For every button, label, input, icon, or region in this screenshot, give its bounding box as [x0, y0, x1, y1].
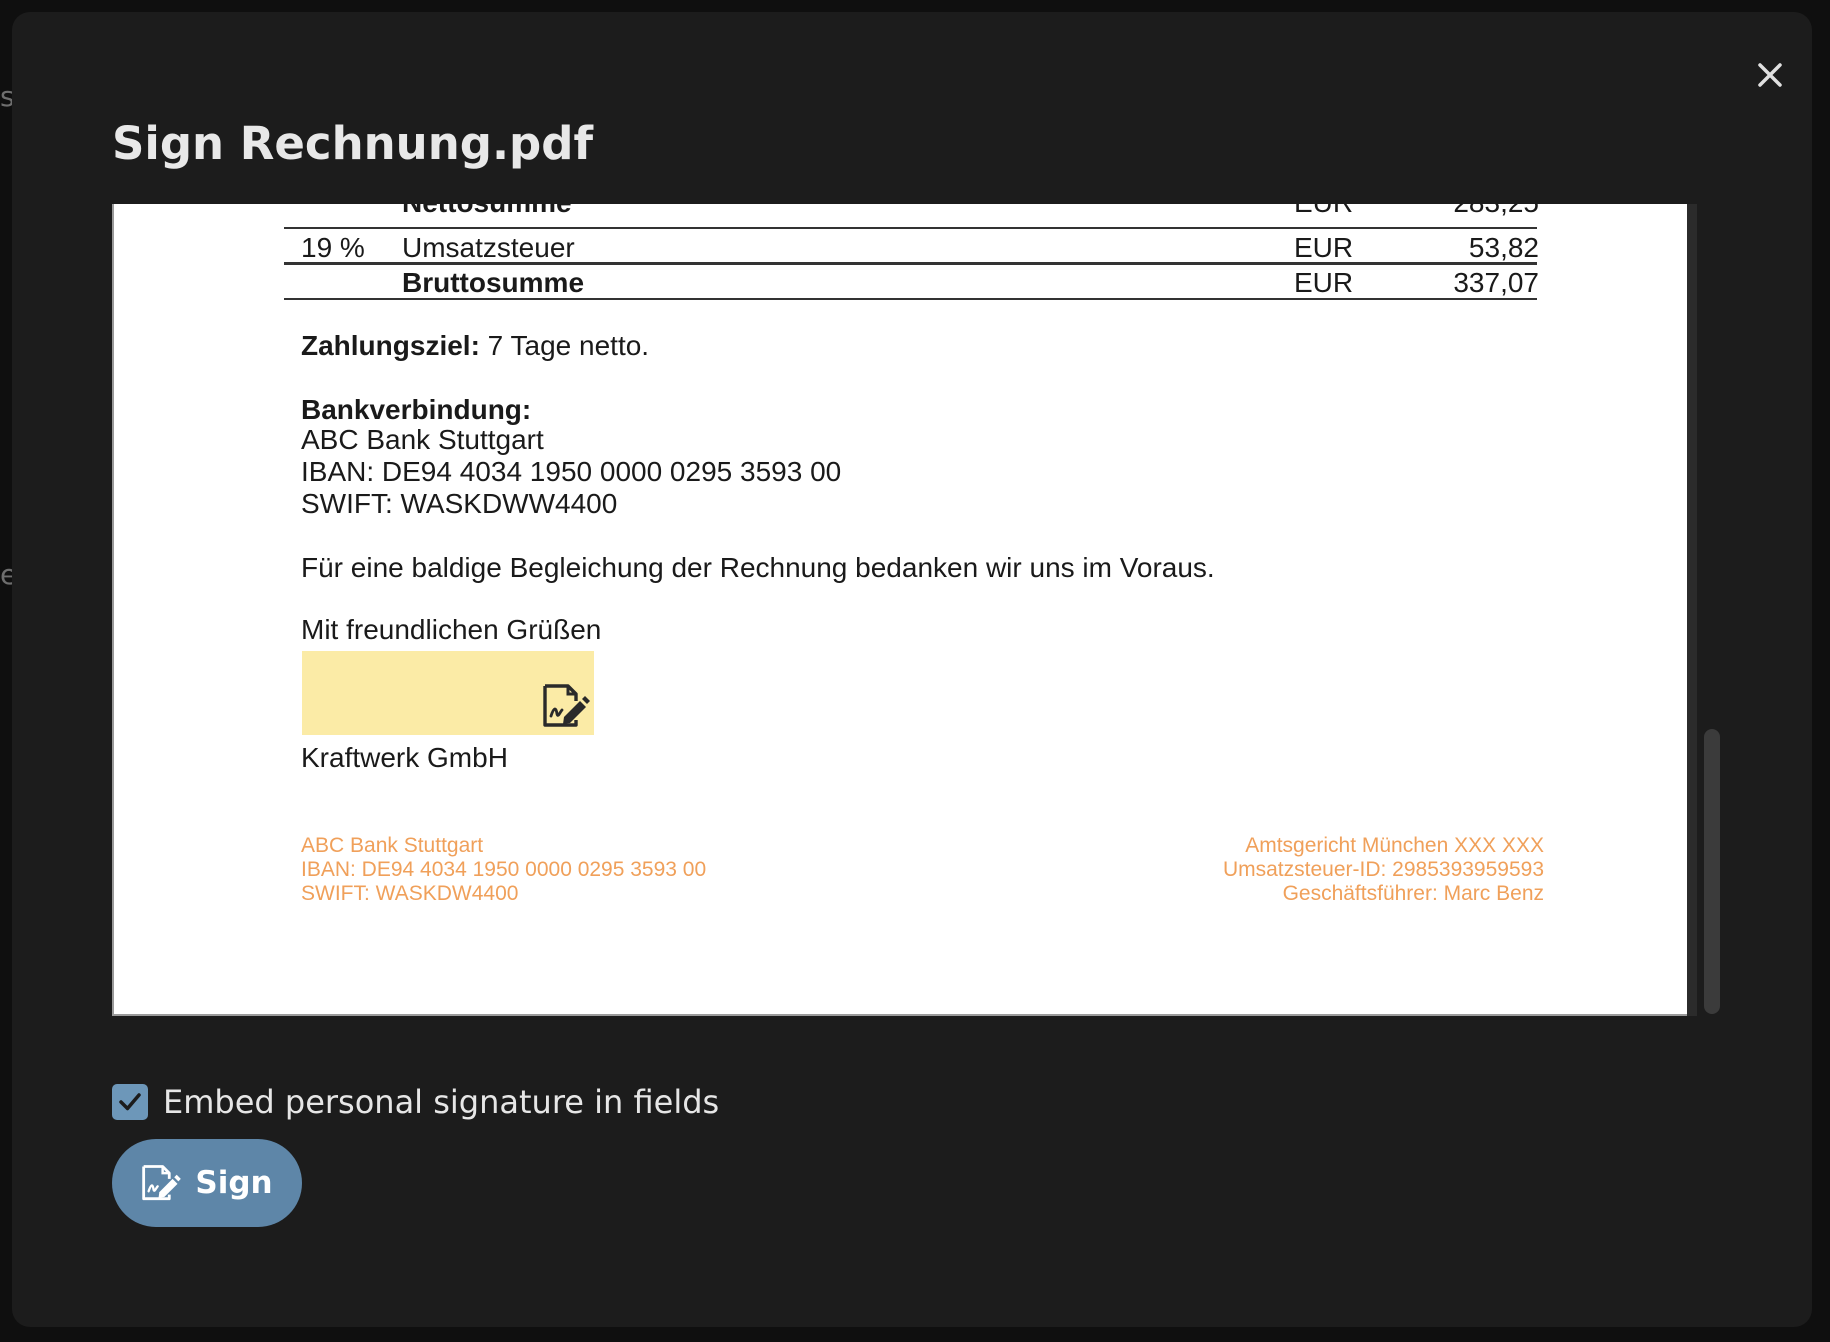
table-row-amount: 53,82	[1468, 232, 1539, 263]
pdf-page: Nettosumme EUR 283,25 19 % Umsatzsteuer …	[112, 204, 1689, 1016]
footer-left: ABC Bank Stuttgart IBAN: DE94 4034 1950 …	[301, 834, 706, 906]
table-row-label: Umsatzsteuer	[402, 232, 575, 263]
table-row-amount: 337,07	[1453, 267, 1539, 298]
bank-heading: Bankverbindung:	[301, 394, 532, 425]
dialog-title: Sign Rechnung.pdf	[112, 117, 594, 170]
table-row-label: Nettosumme	[402, 204, 572, 219]
table-row-label: Bruttosumme	[402, 267, 585, 298]
close-button[interactable]	[1752, 57, 1788, 93]
signature-field[interactable]	[302, 651, 594, 735]
footer-line: Umsatzsteuer-ID: 2985393959593	[1222, 858, 1544, 881]
footer-line: IBAN: DE94 4034 1950 0000 0295 3593 00	[301, 858, 707, 881]
footer-line: Amtsgericht München XXX XXX	[1245, 834, 1544, 857]
footer-line: ABC Bank Stuttgart	[301, 834, 484, 857]
bank-iban: IBAN: DE94 4034 1950 0000 0295 3593 00	[301, 456, 842, 487]
table-divider	[284, 262, 1537, 265]
sign-dialog: Sign Rechnung.pdf Nettosumme EUR 283,25 …	[12, 12, 1812, 1327]
page-shadow	[1687, 204, 1697, 1016]
payment-term-label: Zahlungsziel:	[301, 330, 480, 361]
embed-signature-label: Embed personal signature in fields	[163, 1083, 720, 1121]
table-row-rate: 19 %	[301, 232, 365, 263]
signature-edit-icon	[142, 1165, 182, 1201]
close-icon	[1758, 63, 1782, 87]
footer-line: SWIFT: WASKDW4400	[301, 882, 519, 905]
embed-signature-checkbox[interactable]	[112, 1084, 148, 1120]
thanks-text: Für eine baldige Begleichung der Rechnun…	[301, 552, 1215, 583]
scrollbar-thumb[interactable]	[1704, 729, 1720, 1014]
pdf-viewer[interactable]: Nettosumme EUR 283,25 19 % Umsatzsteuer …	[112, 204, 1732, 1022]
table-row-currency: EUR	[1294, 232, 1354, 263]
greeting-text: Mit freundlichen Grüßen	[301, 614, 602, 645]
sign-button[interactable]: Sign	[112, 1139, 302, 1227]
table-row-currency: EUR	[1294, 267, 1354, 298]
embed-signature-option[interactable]: Embed personal signature in fields	[112, 1080, 719, 1124]
sign-button-label: Sign	[195, 1165, 273, 1201]
footer-right: Amtsgericht München XXX XXX Umsatzsteuer…	[1223, 834, 1544, 906]
footer-line: Geschäftsführer: Marc Benz	[1282, 882, 1544, 905]
table-divider	[284, 298, 1537, 300]
bank-name: ABC Bank Stuttgart	[301, 424, 544, 455]
payment-term: Zahlungsziel: 7 Tage netto.	[301, 330, 649, 362]
table-divider	[284, 227, 1537, 229]
payment-term-value: 7 Tage netto.	[479, 330, 650, 361]
signature-edit-icon	[543, 684, 590, 727]
company-name: Kraftwerk GmbH	[301, 742, 508, 773]
table-row-amount: 283,25	[1453, 204, 1539, 219]
bank-swift: SWIFT: WASKDWW4400	[301, 488, 618, 519]
checkmark-icon	[119, 1093, 141, 1111]
table-row-currency: EUR	[1294, 204, 1353, 219]
